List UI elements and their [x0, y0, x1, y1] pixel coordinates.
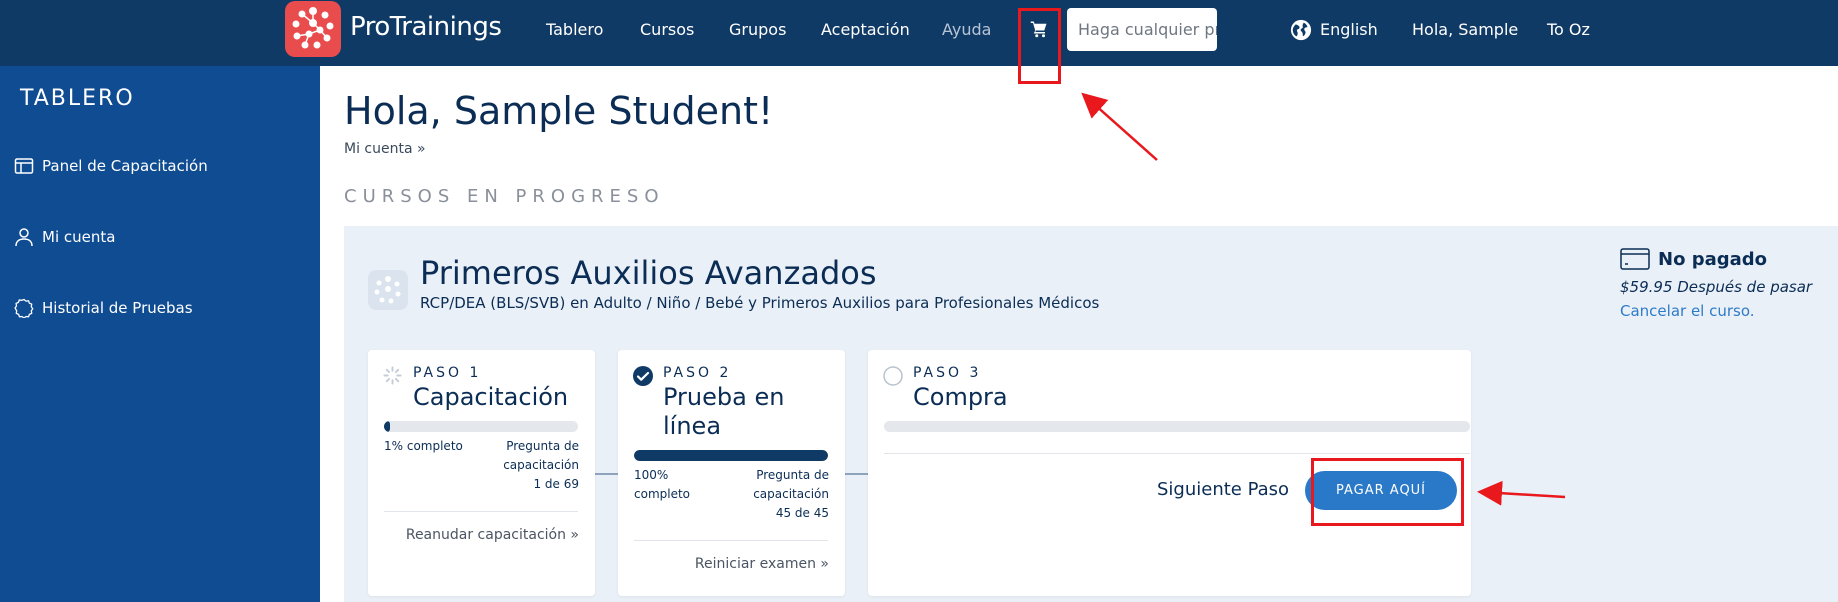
arrow-to-cart [1081, 92, 1158, 161]
annotation-arrows [1081, 92, 1566, 506]
arrow-to-pay-button [1477, 480, 1566, 506]
